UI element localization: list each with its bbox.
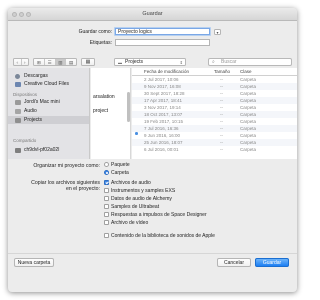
tag-dot-icon xyxy=(135,132,138,135)
computer-icon xyxy=(15,100,21,105)
checkbox[interactable] xyxy=(104,220,109,225)
table-row[interactable]: 3 Nov 2017, 19:14 -- Carpeta xyxy=(132,104,297,111)
group-view-button[interactable]: ▦ xyxy=(81,58,95,66)
radio-button[interactable] xyxy=(104,162,109,167)
save-button[interactable]: Guardar xyxy=(255,258,289,267)
table-row[interactable]: 6 Jul 2016, 00:01 -- Carpeta xyxy=(132,146,297,153)
disk-icon xyxy=(15,118,21,123)
column-header-size[interactable]: Tamaño xyxy=(214,68,230,76)
search-input[interactable]: ⌕ Buscar xyxy=(208,58,292,66)
table-row[interactable]: 19 Feb 2017, 10:15 -- Carpeta xyxy=(132,118,297,125)
table-row[interactable]: 2 Jul 2017, 10:06 -- Carpeta xyxy=(132,76,297,83)
browser-column: arsalation project xyxy=(91,68,131,159)
window-title: Guardar xyxy=(142,11,163,17)
list-item[interactable]: project xyxy=(91,108,131,115)
sidebar-item-label: ch9dvl-pf02a02l xyxy=(24,147,60,153)
checkbox[interactable] xyxy=(104,196,109,201)
grid-icon: ▦ xyxy=(85,59,91,65)
sidebar-item-label: Audio xyxy=(24,108,37,114)
view-mode-selector: ⊞ ☰ ▥ ▤ xyxy=(33,58,77,66)
checkbox[interactable] xyxy=(104,188,109,193)
checkbox[interactable] xyxy=(104,204,109,209)
apple-library-option[interactable]: Contenido de la biblioteca de sonidos de… xyxy=(104,233,215,239)
table-row[interactable]: 7 Jul 2016, 16:36 -- Carpeta xyxy=(132,125,297,132)
icon-view-button[interactable]: ⊞ xyxy=(34,59,45,65)
downloads-icon xyxy=(15,73,20,79)
checkbox[interactable] xyxy=(104,233,109,238)
table-row[interactable]: 30 Sept 2017, 18:28 -- Carpeta xyxy=(132,90,297,97)
sidebar-item-label: Projects xyxy=(24,117,43,123)
tags-field[interactable] xyxy=(115,39,210,46)
new-folder-button[interactable]: Nueva carpeta xyxy=(14,258,54,267)
forward-button[interactable]: › xyxy=(22,59,29,65)
list-item[interactable]: arsalation xyxy=(91,94,131,101)
table-row[interactable]: 17 Apr 2017, 18:41 -- Carpeta xyxy=(132,97,297,104)
divider xyxy=(8,253,297,254)
copy-option-video[interactable]: Archivo de vídeo xyxy=(104,220,148,226)
location-dropdown[interactable]: ▬ Projects ⇕ xyxy=(114,58,186,66)
search-icon: ⌕ xyxy=(212,59,215,65)
back-forward-buttons: ‹ › xyxy=(13,58,29,66)
copy-option-exs[interactable]: Instrumentos y samples EXS xyxy=(104,188,175,194)
copy-files-label-2: en el proyecto: xyxy=(65,186,100,192)
column-view-button[interactable]: ▥ xyxy=(55,59,67,65)
table-row[interactable]: 18 Oct 2017, 13:07 -- Carpeta xyxy=(132,111,297,118)
scrollbar[interactable] xyxy=(127,92,130,122)
organize-option-folder[interactable]: Carpeta xyxy=(104,170,129,176)
checkbox[interactable] xyxy=(104,180,109,185)
sidebar-item-descargas[interactable]: Descargas xyxy=(8,72,89,80)
list-header: Fecha de modificación Tamaño Clase xyxy=(132,68,297,76)
table-row[interactable]: 9 Jun 2016, 16:00 -- Carpeta xyxy=(132,132,297,139)
sidebar-item-creative-cloud[interactable]: Creative Cloud Files xyxy=(8,80,89,88)
sidebar-item-label: Descargas xyxy=(24,73,48,79)
save-as-label: Guardar como: xyxy=(78,29,112,35)
sidebar-header-devices: Dispositivos xyxy=(13,92,38,97)
disk-icon: ▬ xyxy=(118,60,122,65)
column-header-kind[interactable]: Clase xyxy=(240,68,252,76)
chevron-down-icon: ▾ xyxy=(216,30,219,35)
copy-option-space-designer[interactable]: Respuestas a impulsos de Space Designer xyxy=(104,212,207,218)
creative-cloud-folder-icon xyxy=(15,82,21,87)
organize-option-package[interactable]: Paquete xyxy=(104,162,130,168)
table-row[interactable]: 9 Nov 2017, 16:08 -- Carpeta xyxy=(132,83,297,90)
sidebar-header-shared: Compartido xyxy=(13,138,37,143)
radio-button[interactable] xyxy=(104,170,109,175)
tags-label: Etiquetas: xyxy=(89,40,112,46)
chevron-updown-icon: ⇕ xyxy=(179,60,183,65)
save-dialog-window: Guardar Guardar como: Proyecto logics ▾ … xyxy=(8,8,297,292)
sidebar-item-projects[interactable]: Projects xyxy=(8,116,89,124)
location-label: Projects xyxy=(125,59,144,65)
sidebar: Descargas Creative Cloud Files Dispositi… xyxy=(8,68,90,159)
sidebar-item-label: Jordi's Mac mini xyxy=(24,99,60,105)
search-placeholder: Buscar xyxy=(221,59,237,65)
column-header-date[interactable]: Fecha de modificación xyxy=(144,68,189,76)
disk-icon xyxy=(15,109,21,114)
network-icon xyxy=(15,148,21,153)
sidebar-item-mac-mini[interactable]: Jordi's Mac mini xyxy=(8,98,89,106)
table-row[interactable]: 25 Jun 2016, 18:07 -- Carpeta xyxy=(132,139,297,146)
organize-label: Organizar mi proyecto como: xyxy=(33,163,100,169)
checkbox[interactable] xyxy=(104,212,109,217)
copy-option-alchemy[interactable]: Datos de audio de Alchemy xyxy=(104,196,172,202)
copy-option-audio[interactable]: Archivos de audio xyxy=(104,180,151,186)
file-list: Fecha de modificación Tamaño Clase 2 Jul… xyxy=(132,68,297,159)
title-bar: Guardar xyxy=(8,8,297,21)
sidebar-item-audio[interactable]: Audio xyxy=(8,107,89,115)
sidebar-item-network-share[interactable]: ch9dvl-pf02a02l xyxy=(8,146,89,154)
copy-option-ultrabeat[interactable]: Samples de Ultrabeat xyxy=(104,204,159,210)
save-as-field[interactable]: Proyecto logics xyxy=(115,28,210,35)
list-view-button[interactable]: ☰ xyxy=(45,59,56,65)
back-button[interactable]: ‹ xyxy=(14,59,22,65)
sidebar-item-label: Creative Cloud Files xyxy=(24,81,70,87)
gallery-view-button[interactable]: ▤ xyxy=(66,59,76,65)
expand-dialog-button[interactable]: ▾ xyxy=(214,29,221,35)
cancel-button[interactable]: Cancelar xyxy=(217,258,251,267)
